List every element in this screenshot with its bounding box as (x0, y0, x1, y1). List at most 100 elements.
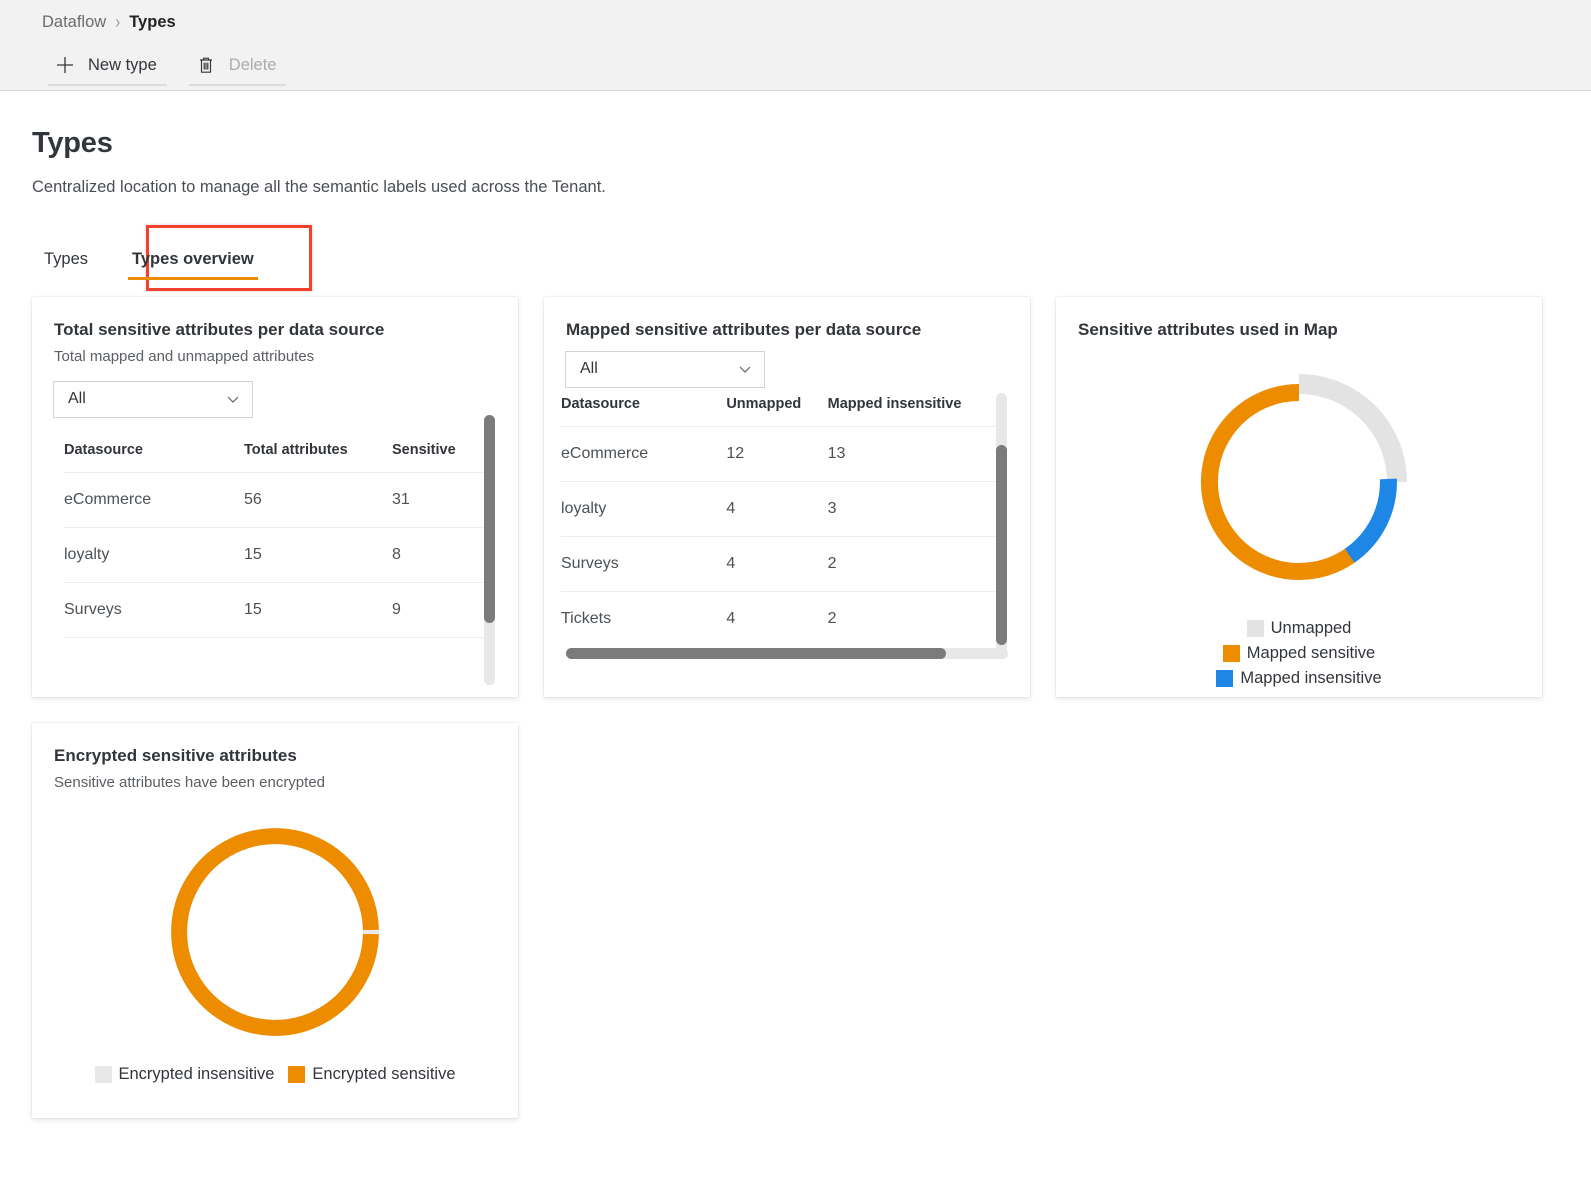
new-type-button[interactable]: New type (42, 48, 173, 86)
table-row-partial[interactable] (64, 636, 494, 674)
legend-label-mapped-insensitive: Mapped insensitive (1240, 668, 1382, 687)
cell-sensitive: 31 (392, 471, 494, 528)
vertical-scrollbar-thumb[interactable] (996, 445, 1007, 646)
mapped-sensitive-table: Datasource Unmapped Mapped insensitive S… (561, 396, 996, 646)
delete-button[interactable]: Delete (183, 48, 293, 86)
donut-chart-sensitive-in-map (1056, 357, 1542, 607)
plus-icon (54, 54, 76, 76)
cell-mapped-insensitive: 2 (827, 590, 996, 646)
cell-unmapped: 12 (726, 425, 828, 482)
delete-button-label: Delete (228, 55, 277, 74)
shell-header: Dataflow › Types New type Delete (0, 0, 1591, 91)
legend-swatch-mapped-sensitive (1222, 644, 1240, 662)
cell-unmapped: 4 (726, 480, 828, 537)
card-total-sensitive-subtitle: Total mapped and unmapped attributes (54, 347, 315, 365)
tab-types[interactable]: Types (32, 246, 110, 283)
cell-mapped-insensitive: 13 (827, 425, 996, 482)
cell-sensitive: 8 (392, 526, 494, 583)
legend-item-encrypted-insensitive[interactable]: Encrypted insensitive (94, 1064, 275, 1084)
cell-total-attributes: 15 (244, 581, 392, 638)
legend-item-mapped-sensitive[interactable]: Mapped sensitive (1222, 643, 1376, 663)
table-header-row: Datasource Total attributes Sensitive (64, 442, 494, 473)
horizontal-scrollbar-thumb[interactable] (566, 648, 946, 660)
cell-datasource: Surveys (64, 581, 244, 638)
card-encrypted-subtitle: Sensitive attributes have been encrypted (54, 773, 326, 791)
cell-unmapped: 4 (726, 590, 828, 646)
cell-datasource: eCommerce (561, 425, 727, 482)
card-mapped-sensitive-attributes: Mapped sensitive attributes per data sou… (544, 297, 1030, 698)
cell-mapped-insensitive: 3 (827, 480, 996, 537)
donut-slice-unmapped[interactable] (1299, 373, 1407, 482)
table-row[interactable]: loyalty 4 3 8 (561, 480, 996, 537)
card-mapped-sensitive-title: Mapped sensitive attributes per data sou… (566, 320, 922, 340)
legend-label-unmapped: Unmapped (1270, 618, 1352, 637)
cell-datasource: Tickets (561, 590, 727, 646)
table-header-row: Datasource Unmapped Mapped insensitive S (561, 396, 996, 427)
page-subtitle: Centralized location to manage all the s… (32, 178, 606, 197)
card-sensitive-in-map-title: Sensitive attributes used in Map (1078, 320, 1338, 340)
legend-label-encrypted-insensitive: Encrypted insensitive (118, 1064, 275, 1083)
cell-total-attributes: 15 (244, 526, 392, 583)
column-header-sensitive[interactable]: Sensitive (392, 442, 494, 473)
table-row[interactable]: eCommerce 12 13 3 (561, 425, 996, 482)
donut-slice-mapped-insensitive-arc[interactable] (1344, 478, 1397, 563)
cell-datasource (64, 636, 244, 674)
breadcrumb-link-dataflow[interactable]: Dataflow (42, 13, 106, 32)
donut-chart-encrypted (32, 817, 518, 1047)
cell-unmapped: 4 (726, 535, 828, 592)
vertical-scrollbar-thumb[interactable] (484, 415, 495, 624)
legend-label-encrypted-sensitive: Encrypted sensitive (312, 1064, 456, 1083)
table-row[interactable]: loyalty 15 8 (64, 526, 494, 583)
vertical-scrollbar[interactable] (484, 415, 495, 686)
column-header-datasource[interactable]: Datasource (561, 396, 726, 427)
toolbar: New type Delete (0, 44, 1591, 90)
cell-total-attributes (244, 636, 392, 674)
legend-swatch-encrypted-sensitive (288, 1065, 306, 1083)
table-row[interactable]: Surveys 15 9 (64, 581, 494, 638)
new-type-button-label: New type (88, 55, 157, 74)
card-encrypted-sensitive-attributes: Encrypted sensitive attributes Sensitive… (32, 723, 518, 1119)
datasource-filter-select-total[interactable]: All (53, 380, 253, 418)
page-content: Types Centralized location to manage all… (0, 91, 1591, 1119)
cell-datasource: Surveys (561, 535, 727, 592)
table-row[interactable]: eCommerce 56 31 (64, 471, 494, 528)
datasource-filter-select-mapped[interactable]: All (565, 350, 765, 388)
donut-legend-sensitive-in-map: Unmapped Mapped sensitive Mapped insensi… (1134, 619, 1464, 688)
column-header-unmapped[interactable]: Unmapped (726, 396, 827, 427)
total-sensitive-table: Datasource Total attributes Sensitive eC… (64, 442, 494, 674)
chevron-down-icon (225, 391, 241, 407)
cell-total-attributes: 56 (244, 471, 392, 528)
cell-datasource: eCommerce (64, 471, 244, 528)
column-header-total-attributes[interactable]: Total attributes (244, 442, 392, 473)
donut-svg (1200, 373, 1407, 580)
card-total-sensitive-attributes: Total sensitive attributes per data sour… (32, 297, 518, 698)
vertical-scrollbar[interactable] (996, 393, 1007, 656)
column-header-mapped-insensitive[interactable]: Mapped insensitive (828, 396, 996, 427)
donut-svg (171, 827, 379, 1036)
legend-swatch-encrypted-insensitive (94, 1065, 112, 1083)
donut-slice-mapped-sensitive[interactable] (1200, 383, 1357, 580)
datasource-filter-value-total: All (68, 390, 86, 408)
cell-sensitive (392, 636, 494, 674)
card-sensitive-attributes-used-in-map: Sensitive attributes used in Map Unmappe… (1056, 297, 1542, 698)
legend-item-encrypted-sensitive[interactable]: Encrypted sensitive (288, 1064, 456, 1084)
total-sensitive-table-wrap: Datasource Total attributes Sensitive eC… (32, 442, 518, 674)
cell-sensitive: 9 (392, 581, 494, 638)
legend-item-unmapped[interactable]: Unmapped (1246, 618, 1352, 638)
breadcrumb: Dataflow › Types (0, 0, 1591, 44)
breadcrumb-separator-icon: › (115, 11, 121, 33)
table-row[interactable]: Surveys 4 2 9 (561, 535, 996, 592)
tab-types-overview[interactable]: Types overview (110, 246, 276, 283)
legend-swatch-mapped-insensitive (1216, 669, 1234, 687)
cell-mapped-insensitive: 2 (827, 535, 996, 592)
horizontal-scrollbar[interactable] (566, 648, 1008, 660)
breadcrumb-current-types: Types (129, 12, 176, 31)
legend-swatch-unmapped (1246, 619, 1264, 637)
column-header-datasource[interactable]: Datasource (64, 442, 244, 473)
donut-slice-encrypted-sensitive[interactable] (171, 827, 379, 1036)
legend-item-mapped-insensitive[interactable]: Mapped insensitive (1216, 668, 1382, 688)
table-row[interactable]: Tickets 4 2 9 (561, 590, 996, 646)
legend-label-mapped-sensitive: Mapped sensitive (1246, 643, 1376, 662)
donut-legend-encrypted: Encrypted insensitive Encrypted sensitiv… (32, 1065, 518, 1084)
cell-datasource: loyalty (64, 526, 244, 583)
